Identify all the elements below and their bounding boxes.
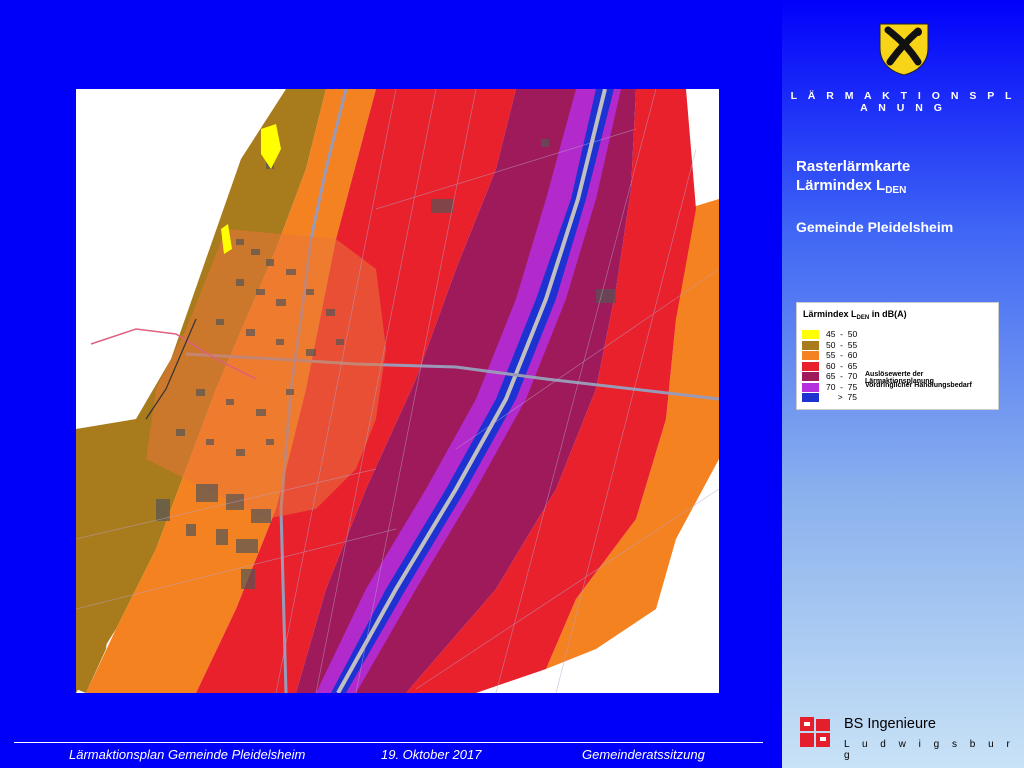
- noise-map-graphic: [76, 89, 719, 693]
- slide-main-area: Lärmaktionsplan Gemeinde Pleidelsheim 19…: [0, 0, 782, 768]
- legend-row: > 75: [802, 392, 992, 402]
- legend-range: 65 - 70: [826, 371, 858, 381]
- legend-row: 70 - 75 Vordringlicher Handlungsbedarf: [802, 381, 992, 392]
- municipality-name: Gemeinde Pleidelsheim: [796, 219, 954, 235]
- map-title: Rasterlärmkarte Lärmindex LDEN: [796, 157, 910, 200]
- legend-row: 50 - 55: [802, 339, 992, 350]
- legend-range: 60 - 65: [826, 360, 858, 371]
- map-title-line2: Lärmindex LDEN: [796, 176, 910, 200]
- noise-map: [76, 89, 719, 693]
- legend-swatch: [802, 361, 819, 371]
- footer-plan: Lärmaktionsplan Gemeinde Pleidelsheim: [69, 747, 306, 762]
- legend-row: 55 - 60: [802, 350, 992, 360]
- map-title-line1: Rasterlärmkarte: [796, 158, 911, 175]
- legend-title-suffix: in dB(A): [869, 309, 907, 319]
- legend-title: Lärmindex LDEN in dB(A): [803, 309, 907, 321]
- footer-meeting: Gemeinderatssitzung: [582, 747, 705, 762]
- legend-swatch: [802, 382, 819, 392]
- map-title-index: Lärmindex L: [796, 177, 886, 194]
- section-title: L Ä R M A K T I O N S P L A N U N G: [790, 90, 1016, 114]
- legend-swatch: [802, 372, 819, 381]
- legend-swatch: [802, 330, 819, 339]
- legend-range: 55 - 60: [826, 350, 858, 360]
- municipal-crest-icon: [879, 23, 929, 76]
- footer-divider: [14, 742, 763, 743]
- bs-logo-icon: [800, 717, 830, 747]
- footer-date: 19. Oktober 2017: [381, 747, 482, 762]
- legend-row: 45 - 50: [802, 329, 992, 339]
- legend-row: 65 - 70 Auslösewerte der Lärmaktionsplanu…: [802, 371, 992, 385]
- sidebar: L Ä R M A K T I O N S P L A N U N G Rast…: [782, 0, 1024, 768]
- legend-note: Vordringlicher Handlungsbedarf: [865, 381, 972, 389]
- legend-row: 60 - 65: [802, 360, 992, 371]
- legend-swatch: [802, 351, 819, 360]
- legend-swatch: [802, 393, 819, 402]
- legend-range: 45 - 50: [826, 329, 858, 339]
- company-city: L u d w i g s b u r g: [844, 739, 1015, 761]
- legend-title-main: Lärmindex L: [803, 309, 857, 319]
- map-legend: Lärmindex LDEN in dB(A) 45 - 50 50 - 55 55…: [796, 302, 999, 410]
- map-title-subscript: DEN: [885, 185, 907, 196]
- legend-range: 70 - 75: [826, 381, 858, 392]
- legend-range: 50 - 55: [826, 339, 858, 350]
- legend-range: > 75: [826, 392, 857, 402]
- company-name: BS Ingenieure: [844, 716, 936, 732]
- legend-title-sub: DEN: [856, 315, 870, 321]
- legend-swatch: [802, 340, 819, 350]
